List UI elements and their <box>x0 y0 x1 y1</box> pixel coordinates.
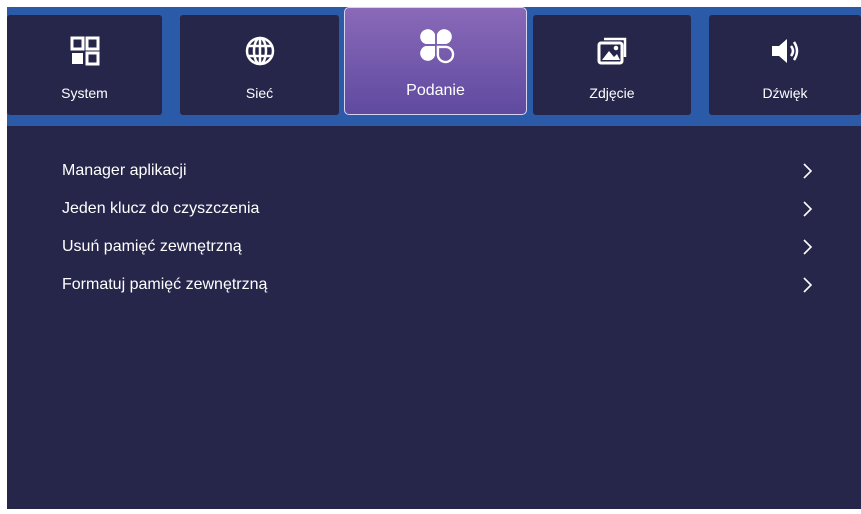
chevron-right-icon <box>803 277 813 293</box>
image-icon <box>533 35 691 69</box>
grid-icon <box>7 35 162 69</box>
menu-item-label: Manager aplikacji <box>62 162 187 179</box>
tab-label: Dźwięk <box>762 85 808 101</box>
menu-item-app-manager[interactable]: Manager aplikacji <box>62 157 814 187</box>
tab-system[interactable]: System <box>7 15 162 115</box>
tab-label: System <box>61 85 108 101</box>
menu-item-one-key-clean[interactable]: Jeden klucz do czyszczenia <box>62 195 814 225</box>
menu-item-label: Formatuj pamięć zewnętrzną <box>62 276 268 293</box>
category-bar: System Sieć Podanie Zdjęcie Dźwięk <box>7 7 861 126</box>
tab-sound[interactable]: Dźwięk <box>709 15 861 115</box>
tab-label: Zdjęcie <box>589 85 635 101</box>
menu-item-format-storage[interactable]: Formatuj pamięć zewnętrzną <box>62 271 814 301</box>
tab-picture[interactable]: Zdjęcie <box>533 15 691 115</box>
chevron-right-icon <box>803 239 813 255</box>
menu-item-label: Usuń pamięć zewnętrzną <box>62 238 242 255</box>
tab-label: Podanie <box>406 82 465 99</box>
tab-apps[interactable]: Podanie <box>344 7 527 115</box>
speaker-icon <box>709 35 861 69</box>
menu-item-label: Jeden klucz do czyszczenia <box>62 200 260 217</box>
chevron-right-icon <box>803 201 813 217</box>
tab-network[interactable]: Sieć <box>180 15 339 115</box>
tab-label: Sieć <box>245 85 274 101</box>
menu-item-remove-storage[interactable]: Usuń pamięć zewnętrzną <box>62 233 814 263</box>
chevron-right-icon <box>803 163 813 179</box>
settings-screen: System Sieć Podanie Zdjęcie Dźwięk Manag… <box>7 7 861 509</box>
apps-icon <box>345 26 526 66</box>
globe-icon <box>180 35 339 69</box>
